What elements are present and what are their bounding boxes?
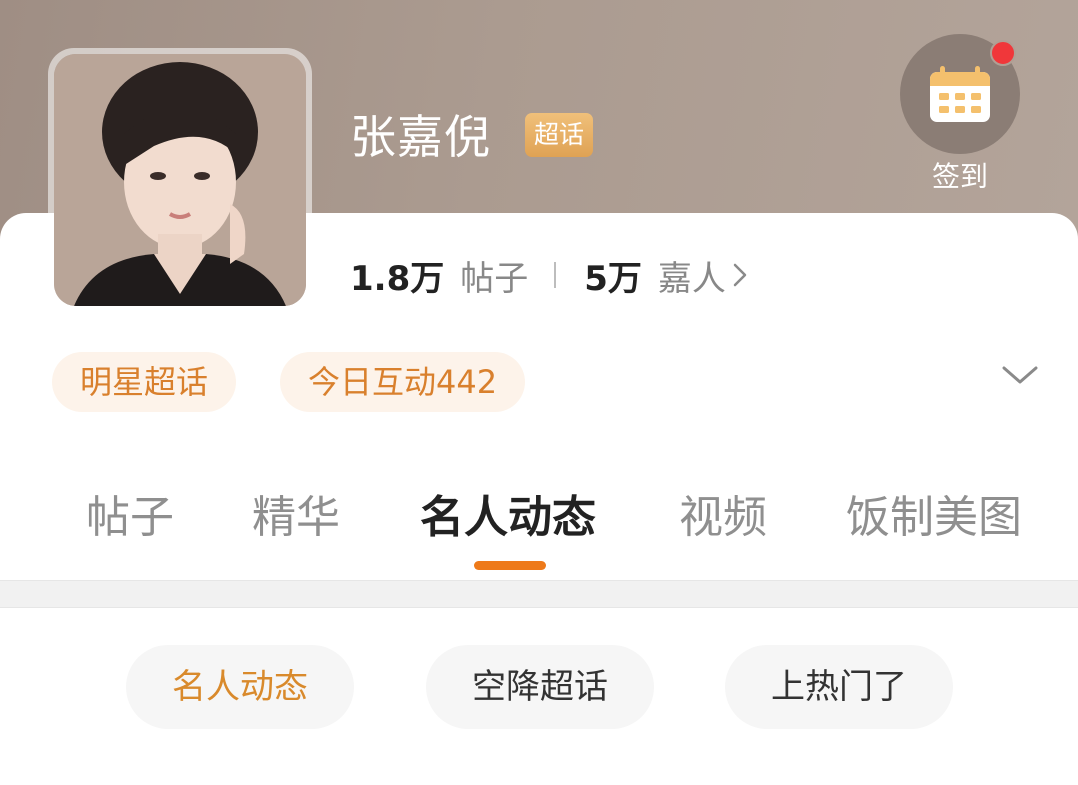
tab-celebrity-updates[interactable]: 名人动态: [420, 488, 596, 548]
super-topic-badge: 超话: [525, 113, 594, 157]
avatar[interactable]: [54, 54, 306, 306]
stats-row: 1.8万 帖子 5万 嘉人: [350, 250, 748, 300]
profile-name: 张嘉倪: [350, 110, 491, 164]
fans-count[interactable]: 5万: [584, 251, 642, 300]
stats-divider: [554, 262, 557, 288]
notification-dot: [990, 40, 1016, 66]
posts-label: 帖子: [460, 258, 529, 299]
tab-fan-art[interactable]: 饭制美图: [846, 488, 1022, 548]
fans-label[interactable]: 嘉人: [658, 251, 726, 300]
tag-today-interaction[interactable]: 今日互动442: [280, 352, 526, 412]
section-divider: [0, 580, 1078, 608]
chevron-right-icon[interactable]: [732, 261, 748, 289]
filter-celebrity-updates[interactable]: 名人动态: [126, 645, 354, 729]
active-tab-indicator: [474, 561, 546, 570]
checkin-label: 签到: [931, 160, 988, 193]
avatar-image: [54, 54, 306, 306]
chevron-down-icon[interactable]: [998, 360, 1042, 390]
filter-trending[interactable]: 上热门了: [725, 645, 953, 729]
tab-posts[interactable]: 帖子: [86, 488, 174, 548]
tab-videos[interactable]: 视频: [679, 488, 767, 548]
posts-count: 1.8万: [350, 258, 445, 299]
tag-star-topic[interactable]: 明星超话: [52, 352, 237, 412]
tab-featured[interactable]: 精华: [252, 488, 340, 548]
filter-airdrop-topic[interactable]: 空降超话: [426, 645, 654, 729]
